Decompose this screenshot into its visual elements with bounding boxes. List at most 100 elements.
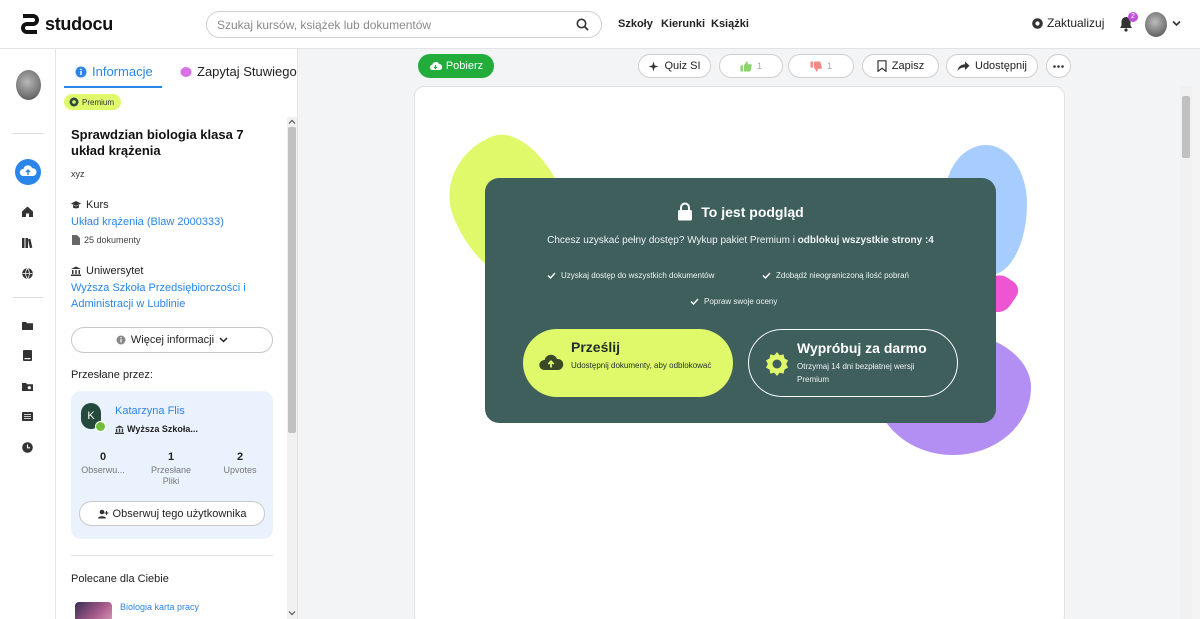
lock-icon <box>678 202 693 221</box>
sidebar-avatar[interactable] <box>16 70 41 100</box>
premium-user-badge-icon <box>95 421 106 432</box>
list-icon[interactable] <box>21 410 34 423</box>
uploader-school: Wyższa Szkoła... <box>115 424 198 434</box>
course-link[interactable]: Układ krążenia (Blaw 2000333) <box>71 214 261 230</box>
search-icon[interactable] <box>576 18 589 31</box>
chevron-down-icon[interactable] <box>1172 20 1181 27</box>
preview-paywall-card: To jest podgląd Chcesz uzyskać pełny dos… <box>485 178 996 423</box>
book-icon[interactable] <box>21 349 34 362</box>
icon-sidebar <box>0 49 56 619</box>
stat-followers: 0 Obserwu... <box>73 451 133 476</box>
stat-upvotes-value: 2 <box>236 451 244 463</box>
chevron-down-icon <box>219 337 228 343</box>
document-icon <box>72 235 80 245</box>
search-input[interactable] <box>217 12 567 37</box>
folder-star-icon[interactable] <box>21 380 34 393</box>
sidebar-divider <box>13 297 43 298</box>
library-icon[interactable] <box>21 236 34 249</box>
sparkle-icon <box>648 61 659 71</box>
uploader-school-label: Wyższa Szkoła... <box>127 424 198 434</box>
panel-scrollbar[interactable] <box>287 117 297 619</box>
upgrade-button[interactable]: Zaktualizuj <box>1031 16 1104 30</box>
globe-icon[interactable] <box>21 267 34 280</box>
nav-link-majors[interactable]: Kierunki <box>661 18 705 30</box>
graduation-cap-icon <box>71 201 81 209</box>
ai-quiz-button[interactable]: Quiz SI <box>638 54 711 78</box>
scroll-down-icon[interactable] <box>288 609 296 617</box>
nav-link-books[interactable]: Książki <box>711 18 749 30</box>
share-button[interactable]: Udostępnij <box>946 54 1038 78</box>
tab-information-label: Informacje <box>92 64 153 79</box>
cloud-upload-icon <box>539 354 564 370</box>
logo-text: studocu <box>45 13 113 34</box>
tab-information[interactable]: Informacje <box>75 64 153 79</box>
download-button[interactable]: Pobierz <box>418 54 494 78</box>
add-user-icon <box>97 509 109 518</box>
scroll-up-icon[interactable] <box>288 118 296 126</box>
panel-tabs: Informacje Zapytaj Stuwiego <box>56 49 297 89</box>
share-label: Udostępnij <box>975 60 1027 72</box>
viewer-scrollbar[interactable] <box>1180 86 1192 619</box>
feature-item: Uzyskaj dostęp do wszystkich dokumentów <box>547 271 714 280</box>
tab-ask-stuwie[interactable]: Zapytaj Stuwiego <box>180 64 297 79</box>
downvote-count: 1 <box>826 61 832 71</box>
thumbs-up-icon <box>740 61 752 71</box>
top-bar: studocu Szkoły Kierunki Książki Zaktuali… <box>0 0 1200 49</box>
preview-subtitle-bold: odblokuj wszystkie strony :4 <box>797 235 934 246</box>
stat-followers-label: Obserwu... <box>81 465 125 475</box>
studocu-logo-icon <box>21 14 39 34</box>
upload-button[interactable] <box>15 159 41 185</box>
document-viewer: Pobierz Quiz SI 1 1 Zapisz Udostępnij To… <box>298 49 1200 619</box>
studocu-logo[interactable]: studocu <box>19 12 113 36</box>
course-documents-count: 25 dokumenty <box>72 235 141 245</box>
more-info-button[interactable]: Więcej informacji <box>71 327 273 353</box>
check-icon <box>690 298 699 305</box>
trial-cta-title: Wypróbuj za darmo <box>797 340 927 356</box>
upgrade-label: Zaktualizuj <box>1047 16 1105 30</box>
panel-scroll-thumb[interactable] <box>288 127 296 433</box>
university-heading: Uniwersytet <box>71 265 143 277</box>
follow-user-button[interactable]: Obserwuj tego użytkownika <box>79 501 265 526</box>
uploader-name[interactable]: Katarzyna Flis <box>115 405 185 417</box>
folder-icon[interactable] <box>21 319 34 332</box>
upvote-count: 1 <box>756 61 762 71</box>
upload-cta-title: Prześlij <box>571 339 621 355</box>
free-trial-button[interactable]: Wypróbuj za darmo Otrzymaj 14 dni bezpła… <box>748 329 958 397</box>
preview-subtitle-text: Chcesz uzyskać pełny dostęp? Wykup pakie… <box>547 235 798 246</box>
recommended-thumbnail[interactable] <box>75 602 112 619</box>
stat-uploads-label: Przesłane Pliki <box>151 465 192 486</box>
document-page: To jest podgląd Chcesz uzyskać pełny dos… <box>414 86 1065 619</box>
check-icon <box>547 272 556 279</box>
course-heading: Kurs <box>71 199 109 211</box>
upvote-button[interactable]: 1 <box>719 54 783 78</box>
save-button[interactable]: Zapisz <box>862 54 939 78</box>
recommended-heading: Polecane dla Ciebie <box>71 573 169 585</box>
user-avatar[interactable] <box>1145 12 1167 37</box>
premium-badge-icon <box>766 352 788 376</box>
feature-item: Zdobądź nieograniczoną ilość pobrań <box>762 271 909 280</box>
viewer-scroll-thumb[interactable] <box>1182 96 1190 158</box>
stat-followers-value: 0 <box>99 451 107 463</box>
follow-user-label: Obserwuj tego użytkownika <box>112 507 247 520</box>
clock-icon[interactable] <box>21 441 34 454</box>
university-icon <box>71 266 81 276</box>
feature-text: Popraw swoje oceny <box>704 297 778 306</box>
cloud-download-icon <box>429 61 442 70</box>
downvote-button[interactable]: 1 <box>788 54 854 78</box>
home-icon[interactable] <box>21 205 34 218</box>
upload-to-unlock-button[interactable]: Prześlij Udostępnij dokumenty, aby odblo… <box>523 329 733 397</box>
download-label: Pobierz <box>445 60 484 72</box>
document-description: xyz <box>71 169 85 179</box>
recommended-item-title[interactable]: Biologia karta pracy <box>120 602 199 612</box>
stat-uploads: 1 Przesłane Pliki <box>141 451 201 487</box>
trial-cta-description: Otrzymaj 14 dni bezpłatnej wersji Premiu… <box>797 362 915 384</box>
more-dots-icon <box>1053 64 1064 68</box>
info-icon <box>75 66 87 77</box>
feature-item: Popraw swoje oceny <box>690 297 777 306</box>
more-info-label: Więcej informacji <box>130 334 215 346</box>
cloud-upload-icon <box>19 165 37 176</box>
nav-link-schools[interactable]: Szkoły <box>618 18 653 30</box>
university-link[interactable]: Wyższa Szkoła Przedsiębiorczości i Admin… <box>71 280 261 312</box>
more-options-button[interactable] <box>1046 54 1071 78</box>
ai-quiz-label: Quiz SI <box>664 60 701 72</box>
